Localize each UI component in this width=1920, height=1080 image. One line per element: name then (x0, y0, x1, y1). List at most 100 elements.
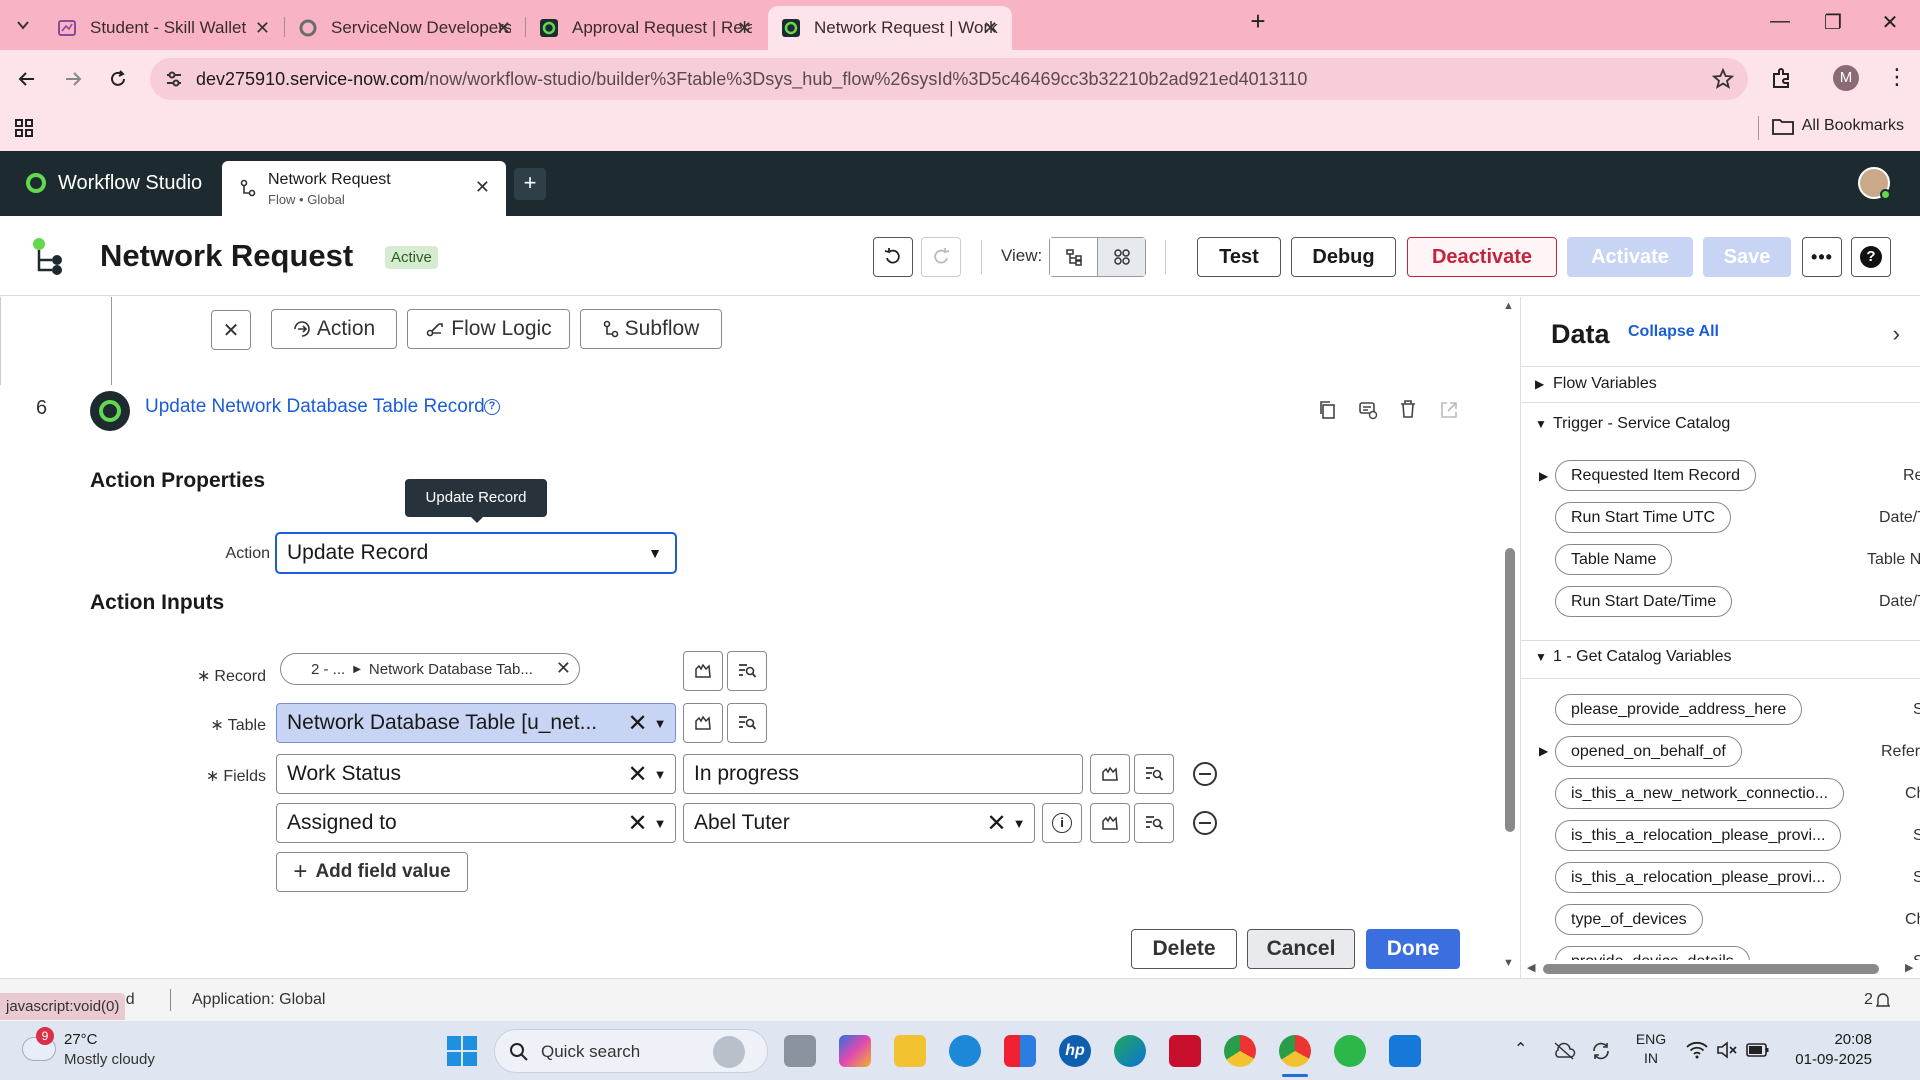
scroll-left-icon[interactable]: ◀ (1527, 961, 1535, 974)
menu-kebab-icon[interactable]: ⋮ (1886, 64, 1908, 90)
horizontal-scrollbar[interactable]: ◀ ▶ (1521, 960, 1920, 978)
comment-icon[interactable] (1358, 400, 1378, 420)
delete-button[interactable]: Delete (1131, 929, 1237, 969)
help-app-icon[interactable] (949, 1035, 981, 1067)
back-arrow-icon[interactable] (12, 64, 42, 94)
close-icon[interactable]: ✕ (556, 658, 571, 679)
test-button[interactable]: Test (1197, 237, 1281, 277)
field-name-select[interactable]: Assigned to ✕ ▼ (276, 803, 676, 843)
help-button[interactable]: ? (1851, 237, 1891, 277)
data-picker-button[interactable] (727, 703, 767, 743)
data-pill[interactable]: is_this_a_relocation_please_provi... (1555, 862, 1842, 893)
browser-tab-approval-request[interactable]: Approval Request | Relationship ✕ (526, 6, 766, 50)
collapse-all-link[interactable]: Collapse All (1628, 323, 1719, 341)
hp-icon[interactable]: hp (1059, 1035, 1091, 1067)
data-pill[interactable]: please_provide_address_here (1555, 694, 1803, 725)
add-action-button[interactable]: Action (271, 309, 397, 349)
record-data-pill[interactable]: 2 - ... ▶ Network Database Tab... ✕ (280, 653, 580, 685)
forward-arrow-icon[interactable] (58, 64, 88, 94)
script-button[interactable] (1090, 803, 1130, 843)
list-view-icon[interactable] (1050, 238, 1098, 276)
edge-icon[interactable] (1114, 1035, 1146, 1067)
browser-tab-skill-wallet[interactable]: Student - Skill Wallet ✕ (44, 6, 284, 50)
studio-tab-network-request[interactable]: Network Request Flow • Global ✕ (222, 161, 506, 216)
data-pill[interactable]: Run Start Time UTC (1555, 502, 1732, 533)
clock-time[interactable]: 20:08 (1782, 1031, 1872, 1048)
minimize-icon[interactable]: — (1760, 10, 1800, 33)
data-picker-button[interactable] (1134, 803, 1174, 843)
field-value-select[interactable]: Abel Tuter ✕ ▼ (683, 803, 1035, 843)
browser-tab-servicenow-developers[interactable]: ServiceNow Developers ✕ (285, 6, 525, 50)
script-button[interactable] (1090, 754, 1130, 794)
scroll-down-icon[interactable]: ▼ (1503, 957, 1514, 969)
save-button[interactable]: Save (1703, 237, 1791, 277)
clock-date[interactable]: 01-09-2025 (1782, 1051, 1872, 1068)
data-pill[interactable]: type_of_devices (1555, 904, 1703, 935)
field-name-select[interactable]: Work Status ✕ ▼ (276, 754, 676, 794)
extensions-icon[interactable] (1770, 66, 1794, 90)
weather-widget[interactable]: 9 (22, 1027, 58, 1067)
catalog-variables-section[interactable]: ▼ 1 - Get Catalog Variables (1535, 648, 1731, 666)
data-pill[interactable]: is_this_a_relocation_please_provi... (1555, 820, 1842, 851)
store-icon[interactable] (1004, 1035, 1036, 1067)
clear-caret-control[interactable]: ✕ ▼ (978, 809, 1034, 838)
volume-muted-icon[interactable] (1716, 1041, 1738, 1059)
photos-icon[interactable] (1389, 1035, 1421, 1067)
step-title-link[interactable]: Update Network Database Table Record (145, 396, 485, 418)
wifi-icon[interactable] (1686, 1041, 1708, 1059)
scrollbar-thumb[interactable] (1543, 964, 1879, 974)
data-picker-button[interactable] (727, 651, 767, 691)
script-button[interactable] (683, 651, 723, 691)
remove-field-icon[interactable] (1193, 762, 1217, 786)
undo-button[interactable] (873, 237, 913, 277)
redo-button[interactable] (921, 237, 961, 277)
reload-icon[interactable] (103, 64, 133, 94)
table-select[interactable]: Network Database Table [u_net... ✕ ▼ (276, 703, 676, 743)
script-button[interactable] (683, 703, 723, 743)
copy-icon[interactable] (1318, 400, 1336, 420)
bell-icon[interactable] (1876, 993, 1890, 1009)
scroll-up-icon[interactable]: ▲ (1503, 300, 1514, 312)
new-studio-tab-button[interactable]: + (514, 168, 546, 200)
url-bar[interactable]: dev275910.service-now.com/now/workflow-s… (150, 58, 1748, 100)
add-flow-logic-button[interactable]: Flow Logic (407, 309, 570, 349)
more-options-button[interactable]: ••• (1802, 237, 1842, 277)
close-add-step-button[interactable]: ✕ (211, 310, 251, 350)
caret-down-icon[interactable]: ▼ (635, 545, 675, 561)
data-pill[interactable]: is_this_a_new_network_connectio... (1555, 778, 1845, 809)
trigger-section[interactable]: ▼ Trigger - Service Catalog (1535, 415, 1730, 433)
profile-avatar[interactable]: M (1833, 65, 1859, 91)
add-field-value-button[interactable]: + Add field value (276, 852, 468, 892)
info-button[interactable]: i (1042, 803, 1082, 843)
battery-icon[interactable] (1746, 1042, 1770, 1058)
flow-variables-section[interactable]: ▶ Flow Variables (1535, 375, 1657, 393)
scrollbar-thumb[interactable] (1505, 548, 1515, 832)
sync-icon[interactable] (1590, 1040, 1612, 1062)
restore-icon[interactable]: ❐ (1813, 10, 1853, 35)
bookmark-star-icon[interactable] (1712, 68, 1734, 90)
clear-caret-control[interactable]: ✕ ▼ (619, 760, 675, 789)
close-icon[interactable]: ✕ (496, 18, 511, 39)
mcafee-icon[interactable] (1169, 1035, 1201, 1067)
site-settings-icon[interactable] (164, 69, 184, 89)
data-pill[interactable]: Table Name (1555, 544, 1673, 575)
delete-trash-icon[interactable] (1399, 399, 1417, 419)
add-subflow-button[interactable]: Subflow (580, 309, 722, 349)
workflow-studio-brand[interactable]: Workflow Studio (24, 171, 202, 195)
close-icon[interactable]: ✕ (983, 18, 998, 39)
caret-right-icon[interactable]: ▶ (1539, 744, 1548, 758)
close-icon[interactable]: ✕ (475, 177, 490, 198)
field-value-input[interactable]: In progress (683, 754, 1083, 794)
whatsapp-icon[interactable] (1334, 1035, 1366, 1067)
debug-button[interactable]: Debug (1291, 237, 1396, 277)
close-icon[interactable]: ✕ (737, 18, 752, 39)
user-avatar[interactable] (1858, 167, 1891, 200)
chrome-active-icon[interactable] (1279, 1035, 1311, 1067)
cancel-button[interactable]: Cancel (1247, 929, 1355, 969)
caret-right-icon[interactable]: ▶ (1539, 469, 1548, 483)
chrome-red-profile-icon[interactable] (1224, 1035, 1256, 1067)
open-external-icon[interactable] (1439, 400, 1459, 420)
data-pill[interactable]: Requested Item Record (1555, 460, 1756, 491)
close-window-icon[interactable]: ✕ (1870, 10, 1910, 35)
scroll-right-icon[interactable]: ▶ (1905, 961, 1913, 974)
